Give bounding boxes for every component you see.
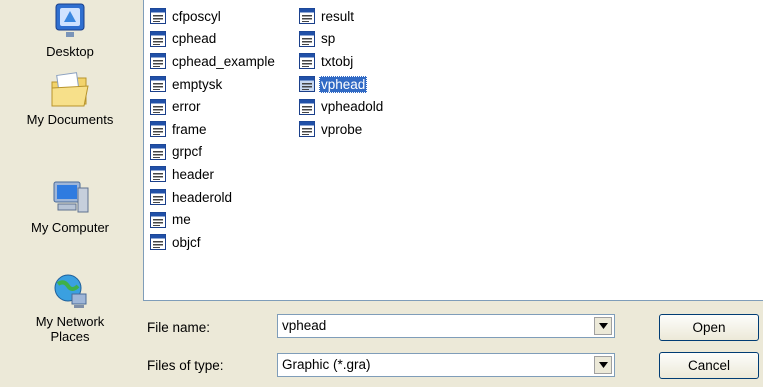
file-item[interactable]: me xyxy=(149,208,277,231)
file-name: headerold xyxy=(172,189,233,205)
file-item-selected[interactable]: vphead xyxy=(298,73,385,96)
places-bar: Desktop My Documents My Computer My Netw… xyxy=(0,0,140,387)
my-computer-icon xyxy=(53,181,89,213)
document-icon xyxy=(299,8,315,25)
place-label-desktop: Desktop xyxy=(46,44,94,59)
file-name: vphead xyxy=(319,75,368,93)
document-icon xyxy=(150,8,166,25)
file-name: vprobe xyxy=(321,121,363,137)
file-name-combobox[interactable]: vphead xyxy=(277,314,615,338)
file-type-dropdown-button[interactable] xyxy=(594,356,612,374)
document-icon xyxy=(150,211,166,228)
file-item[interactable]: headerold xyxy=(149,186,277,209)
file-item[interactable]: frame xyxy=(149,118,277,141)
place-my-documents[interactable]: My Documents xyxy=(0,70,140,127)
my-network-places-icon xyxy=(54,274,87,308)
place-my-network-places[interactable]: My Network Places xyxy=(0,272,140,344)
file-name: error xyxy=(172,99,201,115)
file-name: txtobj xyxy=(321,53,354,69)
document-icon xyxy=(150,53,166,70)
file-type-label: Files of type: xyxy=(147,358,224,373)
file-item[interactable]: emptysk xyxy=(149,73,277,96)
file-column-1: cfposcyl cphead cphead_example emptysk e… xyxy=(149,5,277,254)
file-name: emptysk xyxy=(172,76,223,92)
file-name-dropdown-button[interactable] xyxy=(594,317,612,335)
document-icon xyxy=(299,121,315,138)
file-item[interactable]: error xyxy=(149,95,277,118)
file-item[interactable]: cphead xyxy=(149,28,277,51)
file-name: cphead_example xyxy=(172,53,275,69)
document-icon xyxy=(150,98,166,115)
file-column-2: result sp txtobj vphead vpheadold vprobe xyxy=(298,5,385,141)
file-name: result xyxy=(321,8,355,24)
file-type-value: Graphic (*.gra) xyxy=(282,357,371,372)
document-icon xyxy=(299,30,315,47)
document-icon xyxy=(150,121,166,138)
place-my-computer[interactable]: My Computer xyxy=(0,178,140,235)
file-item[interactable]: result xyxy=(298,5,385,28)
file-name-label: File name: xyxy=(147,320,211,335)
document-icon xyxy=(150,143,166,160)
place-desktop[interactable]: Desktop xyxy=(0,2,140,59)
file-name: cfposcyl xyxy=(172,8,221,24)
place-label-my-computer: My Computer xyxy=(30,220,110,235)
file-item[interactable]: header xyxy=(149,163,277,186)
document-icon xyxy=(150,30,166,47)
chevron-down-icon xyxy=(598,323,608,329)
document-icon xyxy=(150,166,166,183)
file-name: sp xyxy=(321,31,336,47)
document-icon xyxy=(299,53,315,70)
file-name-input[interactable]: vphead xyxy=(282,318,326,333)
file-name: vpheadold xyxy=(321,99,384,115)
file-name: grpcf xyxy=(172,144,203,160)
file-item[interactable]: vprobe xyxy=(298,118,385,141)
cancel-button[interactable]: Cancel xyxy=(659,352,759,379)
document-icon xyxy=(150,234,166,251)
file-item[interactable]: cfposcyl xyxy=(149,5,277,28)
document-icon xyxy=(299,98,315,115)
my-documents-icon xyxy=(51,72,89,107)
file-name: objcf xyxy=(172,234,201,250)
open-button[interactable]: Open xyxy=(659,314,759,341)
file-item[interactable]: vpheadold xyxy=(298,95,385,118)
file-item[interactable]: cphead_example xyxy=(149,50,277,73)
desktop-icon xyxy=(55,3,85,37)
file-name: header xyxy=(172,166,215,182)
file-list[interactable]: cfposcyl cphead cphead_example emptysk e… xyxy=(143,0,763,301)
file-name: frame xyxy=(172,121,207,137)
document-icon xyxy=(299,76,315,93)
document-icon xyxy=(150,76,166,93)
document-icon xyxy=(150,189,166,206)
file-name: me xyxy=(172,212,191,228)
chevron-down-icon xyxy=(598,362,608,368)
file-item[interactable]: objcf xyxy=(149,231,277,254)
place-label-my-network-places: My Network Places xyxy=(35,314,105,344)
file-item[interactable]: grpcf xyxy=(149,141,277,164)
file-type-combobox[interactable]: Graphic (*.gra) xyxy=(277,353,615,377)
file-item[interactable]: sp xyxy=(298,28,385,51)
file-name: cphead xyxy=(172,31,217,47)
place-label-my-documents: My Documents xyxy=(26,112,114,127)
file-item[interactable]: txtobj xyxy=(298,50,385,73)
